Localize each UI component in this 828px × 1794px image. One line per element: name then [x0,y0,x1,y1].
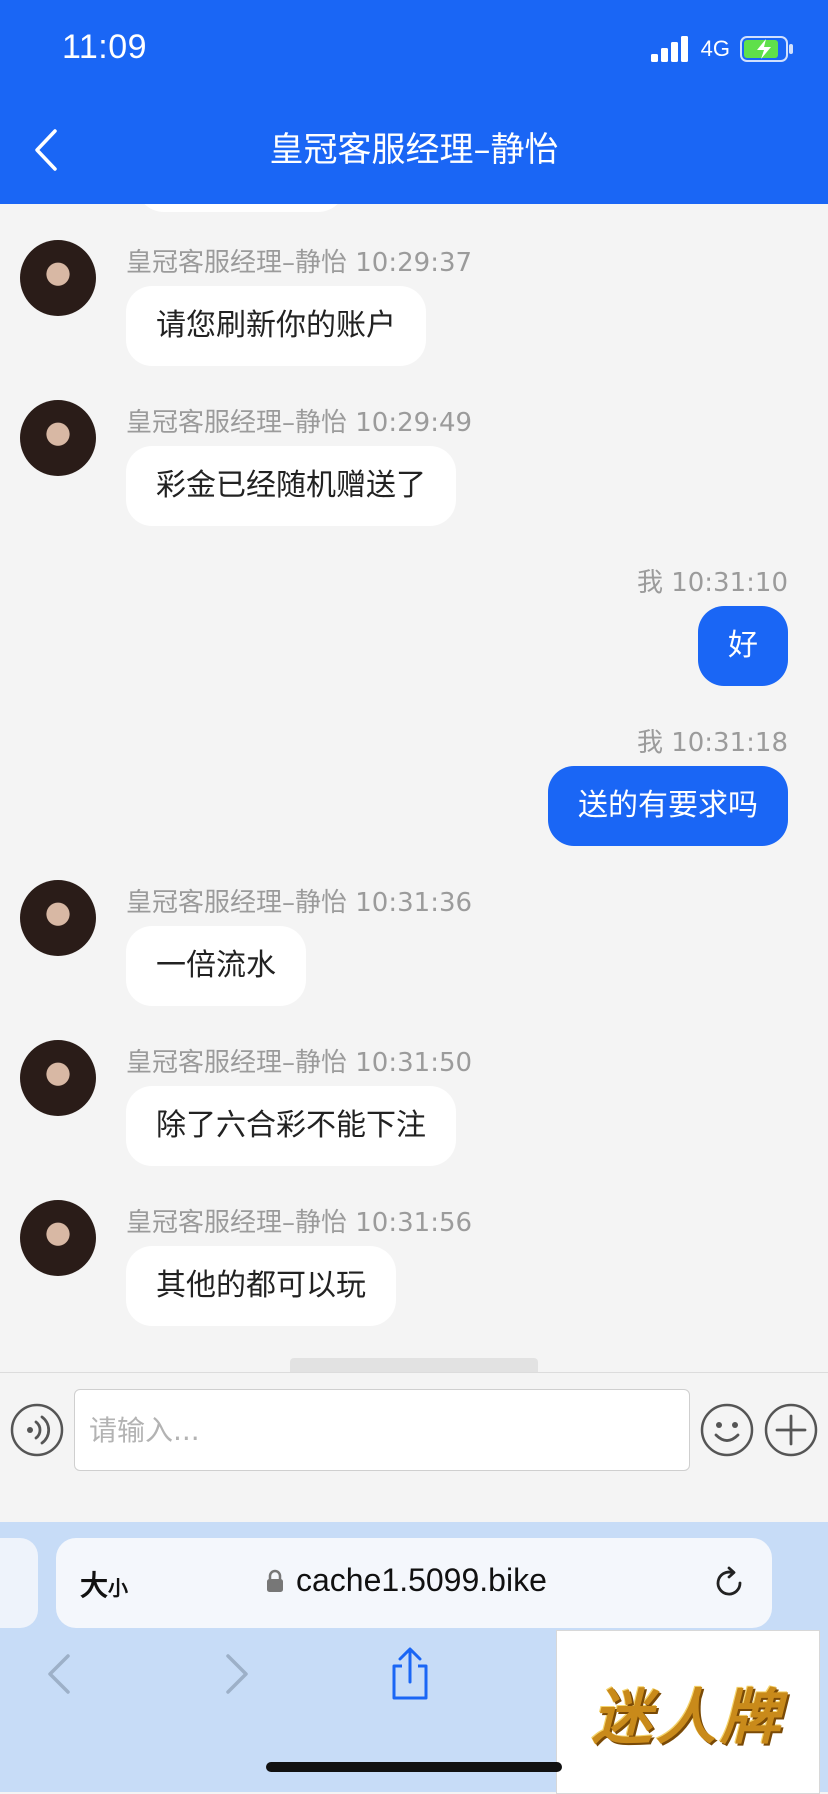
previous-tab[interactable] [0,1538,38,1628]
message-input-bar [0,1372,828,1523]
avatar[interactable] [20,1200,96,1276]
network-label: 4G [700,36,730,61]
message-sender: 皇冠客服经理–静怡 10:31:50 [126,1048,473,1078]
plus-circle-icon [764,1403,818,1457]
previous-message-bubble [136,204,346,212]
chevron-right-icon [226,1654,248,1694]
back-button[interactable] [26,126,66,174]
battery-charging-icon [740,36,793,62]
url-display[interactable]: cache1.5099.bike [266,1562,547,1599]
chevron-left-icon [35,129,57,171]
avatar[interactable] [20,400,96,476]
emoji-button[interactable] [700,1403,754,1457]
url-text: cache1.5099.bike [296,1562,547,1598]
signal-icon [650,36,688,62]
status-indicators: 4G [650,34,794,64]
reload-button[interactable] [710,1564,748,1602]
message-sender: 皇冠客服经理–静怡 10:29:37 [126,248,473,278]
lock-icon [267,1569,283,1592]
message-bubble[interactable]: 其他的都可以玩 [126,1246,396,1326]
message-sender: 皇冠客服经理–静怡 10:31:36 [126,888,473,918]
status-time: 11:09 [62,28,148,66]
message-bubble[interactable]: 除了六合彩不能下注 [126,1086,456,1166]
address-bar[interactable]: 大小 cache1.5099.bike [56,1538,772,1628]
watermark-logo: 迷人牌 [556,1630,820,1794]
message-sender: 皇冠客服经理–静怡 10:29:49 [126,408,473,438]
message-sender: 我 10:31:18 [636,728,788,758]
header-bar: 11:09 4G 皇冠客服经理–静怡 [0,0,828,204]
message-bubble[interactable]: 一倍流水 [126,926,306,1006]
avatar[interactable] [20,240,96,316]
reload-icon [716,1566,742,1596]
home-indicator [266,1762,562,1772]
text-size-small-label: 小 [108,1576,129,1600]
message-sender: 我 10:31:10 [636,568,788,598]
watermark-text: 迷人牌 [592,1682,784,1753]
voice-button[interactable] [10,1403,64,1457]
chat-messages[interactable]: 皇冠客服经理–静怡 10:29:37 请您刷新你的账户 皇冠客服经理–静怡 10… [0,204,828,1372]
message-bubble[interactable]: 彩金已经随机赠送了 [126,446,456,526]
avatar[interactable] [20,880,96,956]
text-size-large-label: 大 [80,1569,109,1602]
avatar[interactable] [20,1040,96,1116]
share-button[interactable] [388,1646,432,1702]
add-button[interactable] [764,1403,818,1457]
message-bubble[interactable]: 请您刷新你的账户 [126,286,426,366]
page-title: 皇冠客服经理–静怡 [269,130,559,170]
chevron-left-icon [48,1654,70,1694]
message-input[interactable] [74,1389,690,1471]
message-bubble[interactable]: 好 [698,606,788,686]
voice-icon [10,1403,64,1457]
smiley-icon [700,1403,754,1457]
browser-forward-button[interactable] [220,1652,254,1696]
text-size-button[interactable]: 大小 [80,1564,128,1604]
message-bubble[interactable]: 送的有要求吗 [548,766,788,846]
message-sender: 皇冠客服经理–静怡 10:31:56 [126,1208,473,1238]
share-icon [392,1647,428,1700]
browser-back-button[interactable] [42,1652,76,1696]
scroll-indicator [290,1358,538,1372]
